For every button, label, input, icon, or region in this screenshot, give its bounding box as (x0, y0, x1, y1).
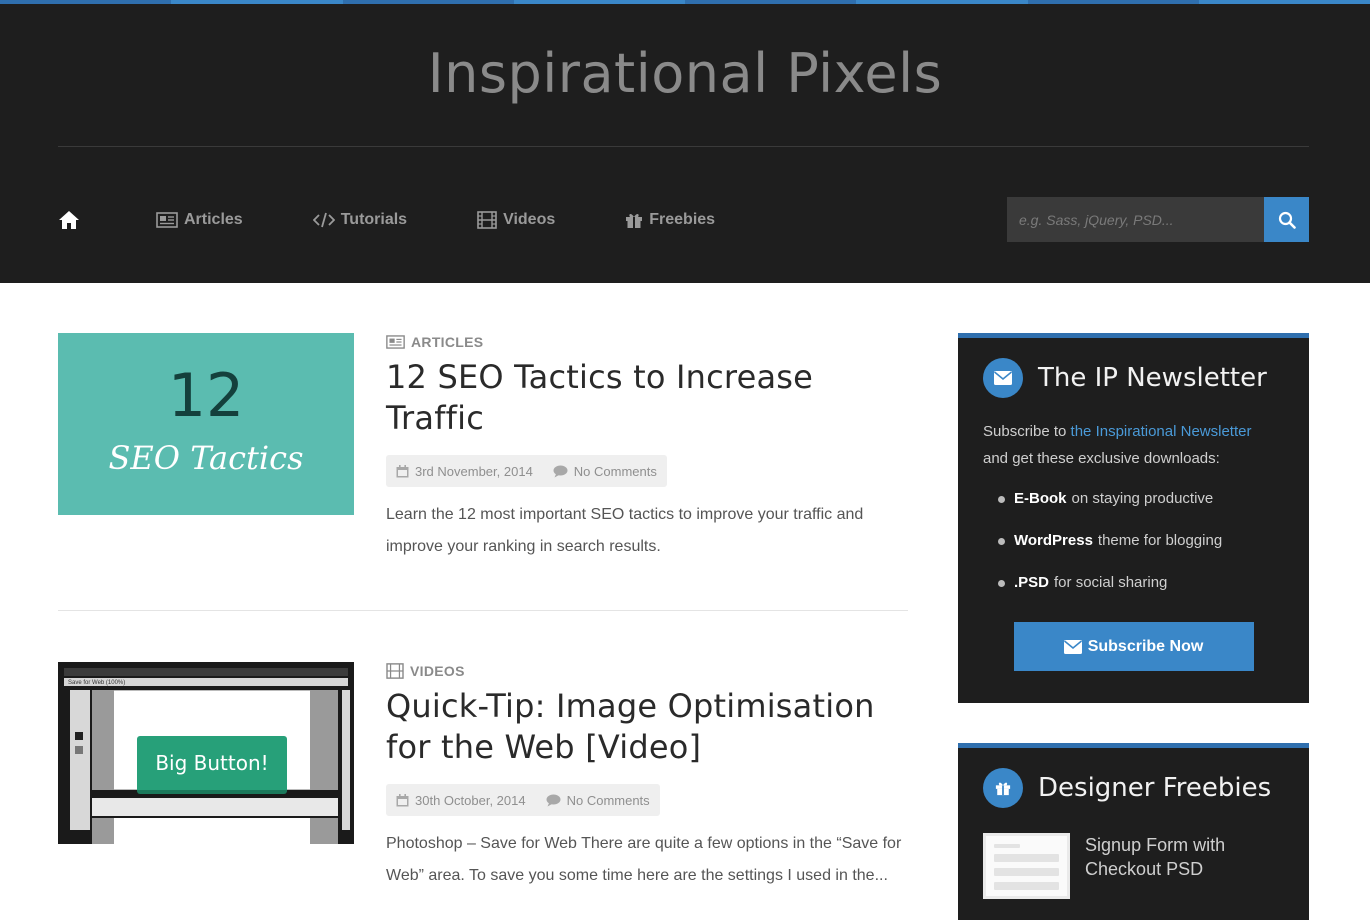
search-icon (1278, 211, 1296, 229)
post-excerpt: Learn the 12 most important SEO tactics … (386, 506, 864, 555)
nav-label: Articles (184, 211, 243, 228)
comment-icon (546, 794, 561, 807)
post-title[interactable]: 12 SEO Tactics to Increase Traffic (386, 357, 908, 439)
gift-icon (625, 211, 643, 229)
widget-title: The IP Newsletter (1038, 363, 1267, 393)
nav-label: Freebies (649, 211, 716, 228)
comment-icon (553, 465, 568, 478)
list-item: WordPress theme for blogging (998, 532, 1284, 574)
nav-videos[interactable]: Videos (477, 211, 555, 229)
site-logo[interactable]: Inspirational Pixels (0, 42, 1370, 105)
top-accent-stripe (0, 0, 1370, 4)
thumb-big-button: Big Button! (137, 736, 287, 794)
post-thumbnail[interactable]: Save for Web (100%) Big Button! (58, 662, 354, 844)
post-thumbnail[interactable]: 12 SEO Tactics (58, 333, 354, 515)
freebie-item[interactable]: Signup Form with Checkout PSD (958, 833, 1309, 899)
post-category[interactable]: ARTICLES (386, 334, 908, 350)
search-button[interactable] (1264, 197, 1309, 242)
calendar-icon (396, 464, 409, 478)
film-icon (477, 211, 497, 229)
home-icon (58, 210, 80, 230)
widget-title: Designer Freebies (1038, 773, 1272, 803)
newspaper-icon (386, 335, 405, 349)
list-item: E-Book on staying productive (998, 490, 1284, 532)
film-icon (386, 663, 404, 679)
thumb-caption: SEO Tactics (108, 439, 304, 477)
newspaper-icon (156, 212, 178, 228)
post-category-label: ARTICLES (411, 334, 484, 350)
post-body: ARTICLES 12 SEO Tactics to Increase Traf… (386, 333, 908, 563)
post-date: 30th October, 2014 (415, 792, 526, 808)
thumb-window-title: Save for Web (100%) (68, 680, 126, 686)
search-bar (1007, 197, 1309, 242)
post-meta: 30th October, 2014 No Comments (386, 784, 660, 816)
post-date: 3rd November, 2014 (415, 463, 533, 479)
widget-header: The IP Newsletter (958, 338, 1309, 418)
freebie-thumbnail (983, 833, 1071, 899)
newsletter-text-before: Subscribe to (983, 423, 1071, 440)
newsletter-widget: The IP Newsletter Subscribe to the Inspi… (958, 333, 1309, 703)
widget-header: Designer Freebies (958, 748, 1309, 828)
post-comments[interactable]: No Comments (574, 464, 657, 479)
search-input[interactable] (1007, 197, 1264, 242)
nav-freebies[interactable]: Freebies (625, 211, 715, 229)
main-nav: Articles Tutorials Videos Freebies (58, 200, 785, 240)
freebies-widget: Designer Freebies Signup Form with Check… (958, 743, 1309, 920)
site-header: Inspirational Pixels Articles Tutorials … (0, 0, 1370, 283)
freebie-title: Signup Form with Checkout PSD (1085, 835, 1226, 879)
list-item: .PSD for social sharing (998, 574, 1284, 616)
post-title[interactable]: Quick-Tip: Image Optimisation for the We… (386, 686, 908, 768)
newsletter-text-after: and get these exclusive downloads: (983, 450, 1220, 467)
post-meta: 3rd November, 2014 No Comments (386, 455, 667, 487)
nav-articles[interactable]: Articles (156, 211, 243, 229)
code-icon (312, 212, 335, 228)
newsletter-intro: Subscribe to the Inspirational Newslette… (958, 418, 1309, 472)
header-divider (58, 146, 1309, 147)
nav-tutorials[interactable]: Tutorials (312, 211, 408, 229)
newsletter-link[interactable]: the Inspirational Newsletter (1071, 423, 1252, 440)
post-comments[interactable]: No Comments (567, 793, 650, 808)
nav-home[interactable] (58, 210, 86, 230)
thumb-number: 12 (167, 361, 245, 431)
subscribe-label: Subscribe Now (1087, 637, 1204, 655)
post-excerpt: Photoshop – Save for Web There are quite… (386, 835, 902, 884)
post-divider (58, 610, 908, 611)
calendar-icon (396, 793, 409, 807)
envelope-icon (1063, 639, 1082, 654)
envelope-icon (983, 358, 1023, 398)
post-body: VIDEOS Quick-Tip: Image Optimisation for… (386, 662, 908, 892)
nav-label: Videos (503, 211, 556, 228)
post-category[interactable]: VIDEOS (386, 663, 908, 679)
post-category-label: VIDEOS (410, 663, 465, 679)
nav-label: Tutorials (340, 211, 408, 228)
subscribe-button[interactable]: Subscribe Now (1013, 622, 1254, 671)
gift-icon (983, 768, 1023, 808)
newsletter-benefits: E-Book on staying productive WordPress the… (958, 472, 1309, 616)
